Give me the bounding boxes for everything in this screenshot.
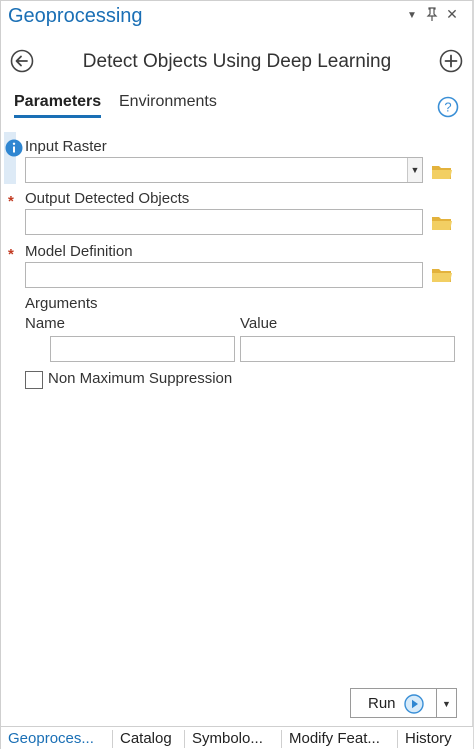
bottom-tab-catalog[interactable]: Catalog [113, 727, 184, 749]
required-marker: * [8, 193, 14, 210]
help-question-icon[interactable]: ? [437, 96, 459, 118]
bottom-tabs: Geoproces... Catalog Symbolo... Modify F… [1, 726, 473, 749]
nms-checkbox[interactable] [25, 371, 43, 389]
pane-title: Geoprocessing [8, 5, 143, 27]
play-circle-icon [404, 694, 424, 714]
pane-titlebar: Geoprocessing ▼ ✕ [1, 1, 473, 33]
arguments-value-header: Value [240, 315, 278, 332]
input-raster-label: Input Raster [25, 138, 107, 155]
geoprocessing-pane: Geoprocessing ▼ ✕ Detect Objects Using D… [0, 0, 474, 749]
dropdown-arrow-icon[interactable]: ▼ [405, 9, 419, 23]
arguments-value-cell[interactable] [240, 336, 455, 362]
input-raster-folder-icon[interactable] [431, 163, 453, 181]
info-icon[interactable] [5, 139, 23, 157]
output-detected-objects-label: Output Detected Objects [25, 190, 190, 207]
back-arrow-circle-icon[interactable] [10, 49, 34, 73]
close-icon[interactable]: ✕ [445, 7, 459, 21]
input-raster-field[interactable] [25, 157, 423, 183]
required-marker: * [8, 246, 14, 263]
output-detected-objects-field[interactable] [25, 209, 423, 235]
nms-label: Non Maximum Suppression [48, 370, 233, 387]
tool-header: Detect Objects Using Deep Learning [1, 45, 473, 79]
bottom-tab-modify-features[interactable]: Modify Feat... [282, 727, 397, 749]
arguments-name-cell[interactable] [50, 336, 235, 362]
tab-parameters[interactable]: Parameters [14, 93, 102, 118]
model-definition-field[interactable] [25, 262, 423, 288]
tool-title: Detect Objects Using Deep Learning [82, 51, 392, 72]
bottom-tab-geoprocessing[interactable]: Geoproces... [1, 727, 111, 749]
bottom-tab-symbology[interactable]: Symbolo... [185, 727, 281, 749]
tab-environments[interactable]: Environments [119, 93, 217, 115]
model-definition-label: Model Definition [25, 243, 133, 260]
run-dropdown-icon[interactable]: ▼ [437, 688, 457, 718]
run-button[interactable]: Run [350, 688, 437, 718]
arguments-name-header: Name [25, 315, 66, 332]
input-raster-dropdown-icon[interactable]: ▼ [407, 158, 422, 182]
run-label: Run [368, 695, 396, 712]
output-detected-objects-folder-icon[interactable] [431, 214, 453, 232]
arguments-label: Arguments [25, 295, 98, 312]
pin-icon[interactable] [425, 7, 439, 24]
plus-circle-icon[interactable] [439, 49, 463, 73]
model-definition-folder-icon[interactable] [431, 266, 453, 284]
bottom-tab-history[interactable]: History [398, 727, 473, 749]
svg-text:?: ? [444, 100, 451, 115]
